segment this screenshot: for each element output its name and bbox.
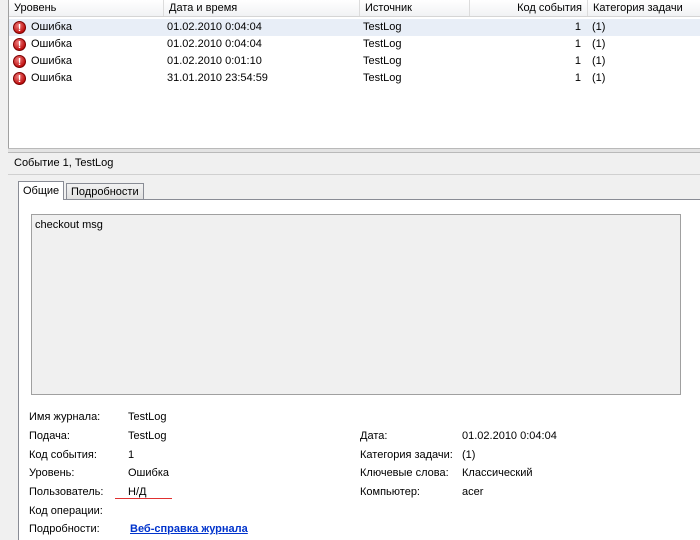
source-value: TestLog (128, 430, 167, 442)
table-row[interactable]: ! Ошибка 01.02.2010 0:04:04 TestLog 1 (1… (9, 36, 700, 53)
opcode-label: Код операции: (29, 505, 103, 517)
level-value: Ошибка (128, 467, 169, 479)
column-header-datetime[interactable]: Дата и время (163, 0, 359, 16)
row-datetime: 01.02.2010 0:04:04 (167, 38, 262, 50)
date-value: 01.02.2010 0:04:04 (462, 430, 557, 442)
row-level: Ошибка (31, 38, 72, 50)
row-level: Ошибка (31, 55, 72, 67)
tab-details[interactable]: Подробности (66, 183, 144, 199)
error-icon: ! (13, 72, 26, 85)
detail-divider (8, 174, 700, 175)
row-source: TestLog (363, 55, 402, 67)
column-header-source[interactable]: Источник (359, 0, 469, 16)
row-event-code: 1 (574, 38, 581, 50)
event-description-box[interactable]: checkout msg (31, 214, 681, 395)
log-name-value: TestLog (128, 411, 167, 423)
event-list-header: Уровень Дата и время Источник Код событи… (9, 0, 700, 17)
row-level: Ошибка (31, 21, 72, 33)
row-event-code: 1 (574, 72, 581, 84)
log-name-label: Имя журнала: (29, 411, 101, 423)
row-source: TestLog (363, 21, 402, 33)
row-event-code: 1 (574, 21, 581, 33)
task-category-value: (1) (462, 449, 476, 461)
row-source: TestLog (363, 38, 402, 50)
row-task-category: (1) (592, 21, 606, 33)
table-row[interactable]: ! Ошибка 31.01.2010 23:54:59 TestLog 1 (… (9, 70, 700, 87)
event-code-label: Код события: (29, 449, 97, 461)
row-task-category: (1) (592, 55, 606, 67)
pane-splitter[interactable] (8, 148, 700, 153)
date-label: Дата: (360, 430, 388, 442)
column-header-level[interactable]: Уровень (9, 0, 163, 16)
computer-label: Компьютер: (360, 486, 420, 498)
table-row[interactable]: ! Ошибка 01.02.2010 0:01:10 TestLog 1 (1… (9, 53, 700, 70)
user-underline-annotation (115, 498, 172, 499)
source-label: Подача: (29, 430, 70, 442)
row-datetime: 01.02.2010 0:01:10 (167, 55, 262, 67)
tab-general[interactable]: Общие (18, 181, 65, 200)
row-event-code: 1 (574, 55, 581, 67)
table-row[interactable]: ! Ошибка 01.02.2010 0:04:04 TestLog 1 (1… (9, 19, 700, 36)
error-icon: ! (13, 38, 26, 51)
error-icon: ! (13, 21, 26, 34)
error-icon: ! (13, 55, 26, 68)
event-log-help-link[interactable]: Веб-справка журнала (130, 523, 248, 535)
row-task-category: (1) (592, 38, 606, 50)
user-value: Н/Д (128, 486, 147, 498)
user-label: Пользователь: (29, 486, 104, 498)
event-code-value: 1 (128, 449, 135, 461)
task-category-label: Категория задачи: (360, 449, 453, 461)
row-source: TestLog (363, 72, 402, 84)
computer-value: acer (462, 486, 484, 498)
event-list[interactable]: Уровень Дата и время Источник Код событи… (8, 0, 700, 148)
row-datetime: 01.02.2010 0:04:04 (167, 21, 262, 33)
detail-title: Событие 1, TestLog (14, 157, 114, 169)
row-task-category: (1) (592, 72, 606, 84)
level-label: Уровень: (29, 467, 75, 479)
row-datetime: 31.01.2010 23:54:59 (167, 72, 268, 84)
more-info-label: Подробности: (29, 523, 100, 535)
row-level: Ошибка (31, 72, 72, 84)
keywords-value: Классический (462, 467, 533, 479)
event-description-text: checkout msg (35, 219, 103, 231)
keywords-label: Ключевые слова: (360, 467, 449, 479)
column-header-task-category[interactable]: Категория задачи (587, 0, 700, 16)
column-header-event-code[interactable]: Код события (469, 0, 587, 16)
